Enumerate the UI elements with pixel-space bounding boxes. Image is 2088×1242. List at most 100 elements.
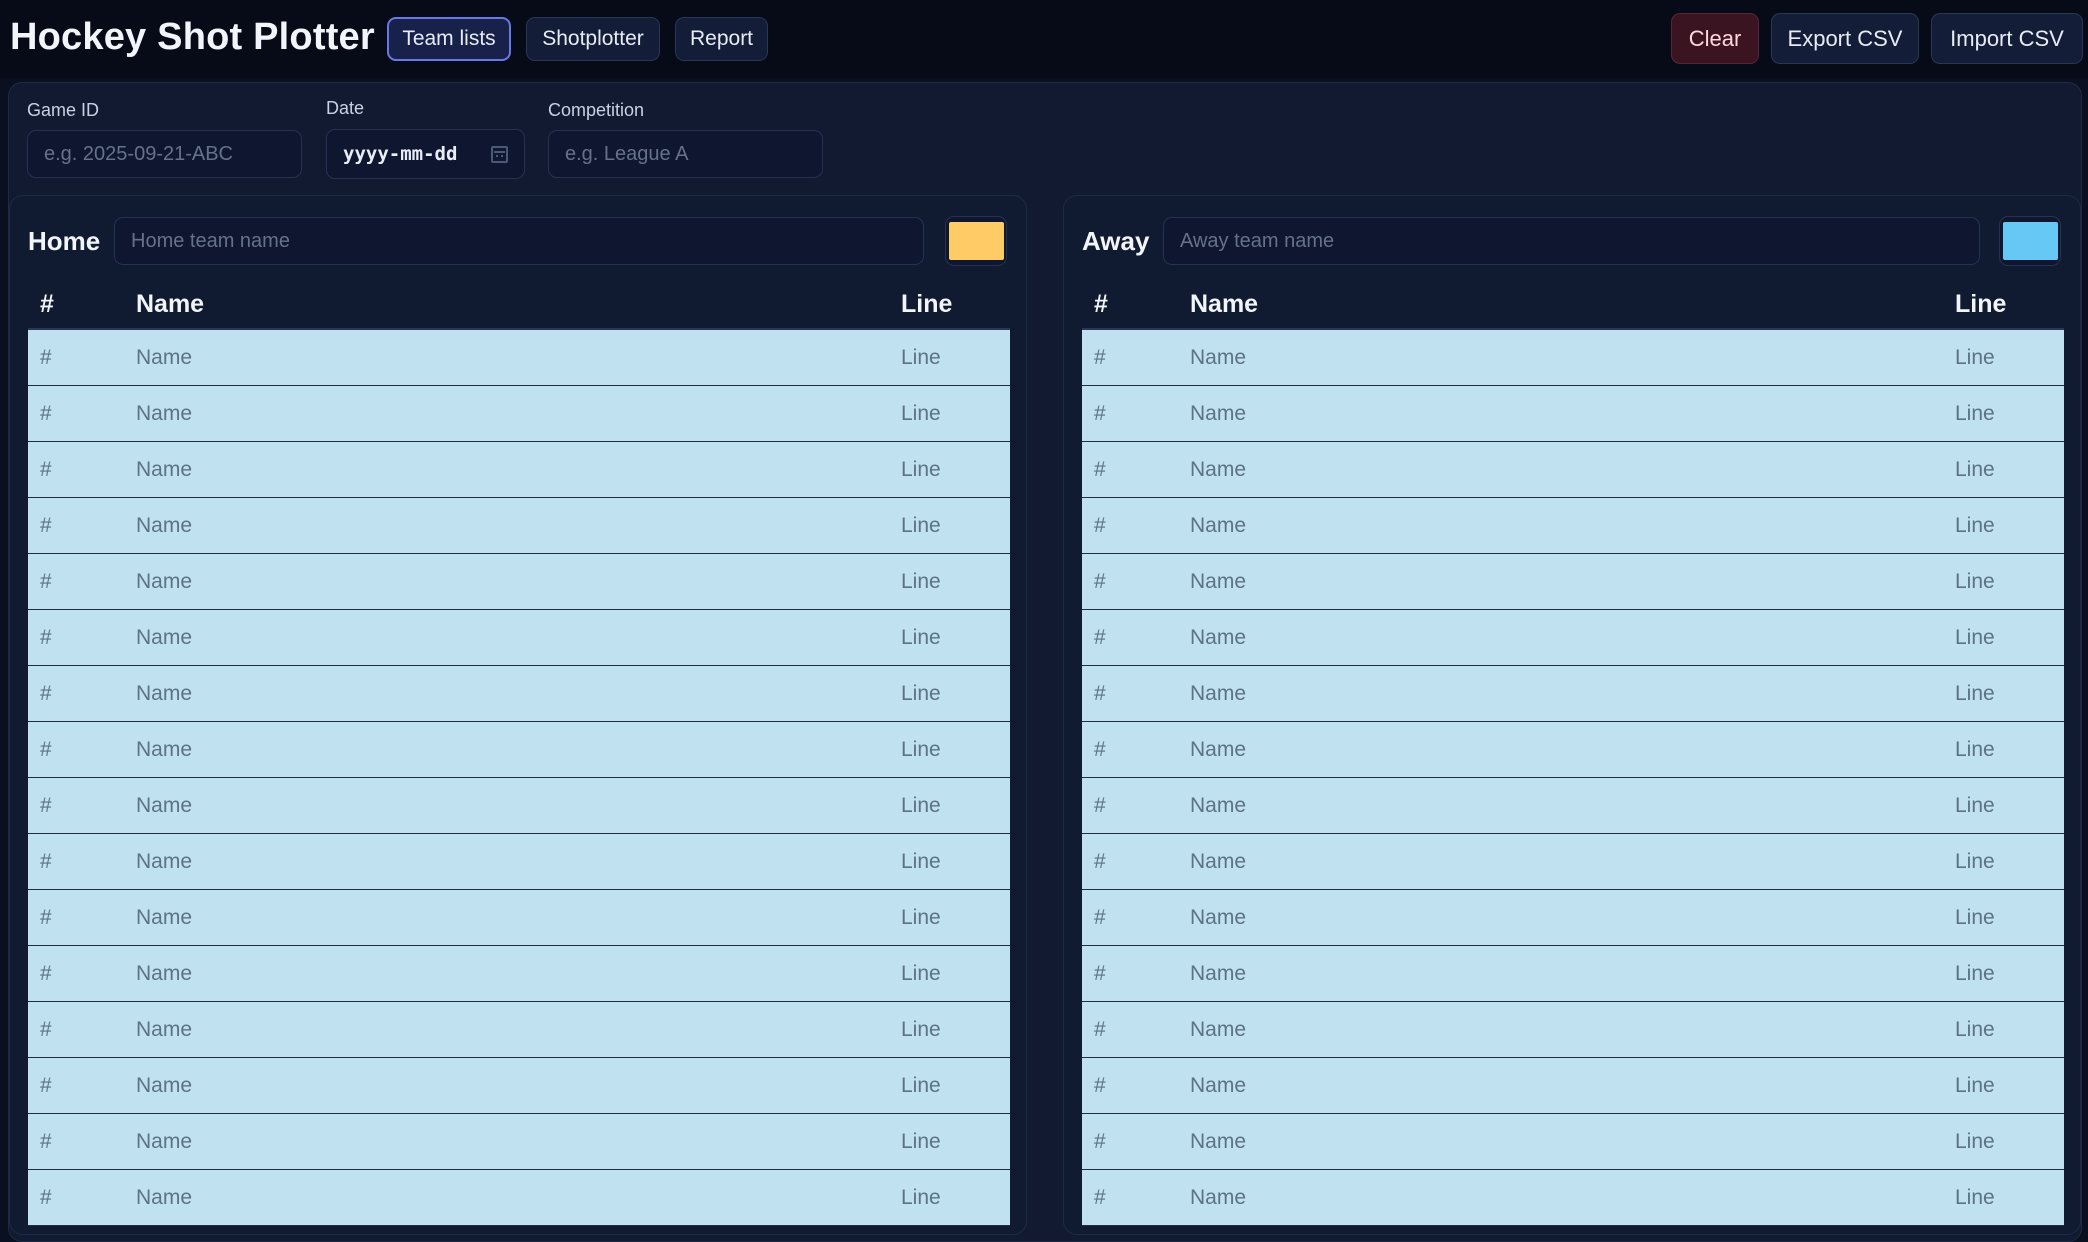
tab-report[interactable]: Report (675, 17, 768, 61)
home-row-number-input[interactable]: # (40, 850, 52, 874)
home-row-line-input[interactable]: Line (901, 1074, 941, 1098)
away-row-name-input[interactable]: Name (1190, 1186, 1246, 1210)
away-row-name-input[interactable]: Name (1190, 514, 1246, 538)
home-row-name-input[interactable]: Name (136, 1130, 192, 1154)
away-row-line-input[interactable]: Line (1955, 1018, 1995, 1042)
home-row-number-input[interactable]: # (40, 1074, 52, 1098)
away-row-number-input[interactable]: # (1094, 850, 1106, 874)
home-row-number-input[interactable]: # (40, 738, 52, 762)
home-row-line-input[interactable]: Line (901, 402, 941, 426)
away-row-number-input[interactable]: # (1094, 514, 1106, 538)
away-row-line-input[interactable]: Line (1955, 402, 1995, 426)
home-row-number-input[interactable]: # (40, 1018, 52, 1042)
away-row-line-input[interactable]: Line (1955, 626, 1995, 650)
away-row-number-input[interactable]: # (1094, 1018, 1106, 1042)
away-row-name-input[interactable]: Name (1190, 346, 1246, 370)
home-row-number-input[interactable]: # (40, 1130, 52, 1154)
home-row-name-input[interactable]: Name (136, 682, 192, 706)
away-row-name-input[interactable]: Name (1190, 458, 1246, 482)
home-color-picker[interactable] (945, 216, 1007, 266)
away-row-name-input[interactable]: Name (1190, 570, 1246, 594)
home-row-line-input[interactable]: Line (901, 1018, 941, 1042)
away-color-picker[interactable] (1999, 216, 2061, 266)
home-row-name-input[interactable]: Name (136, 794, 192, 818)
home-row-line-input[interactable]: Line (901, 570, 941, 594)
away-row-number-input[interactable]: # (1094, 402, 1106, 426)
game-id-input[interactable] (27, 130, 302, 178)
home-row-name-input[interactable]: Name (136, 514, 192, 538)
home-row-number-input[interactable]: # (40, 794, 52, 818)
home-row-name-input[interactable]: Name (136, 1018, 192, 1042)
away-row-number-input[interactable]: # (1094, 682, 1106, 706)
away-row-number-input[interactable]: # (1094, 738, 1106, 762)
away-row-number-input[interactable]: # (1094, 1074, 1106, 1098)
export-csv-button[interactable]: Export CSV (1771, 13, 1919, 64)
home-row-name-input[interactable]: Name (136, 906, 192, 930)
away-row-name-input[interactable]: Name (1190, 738, 1246, 762)
away-row-name-input[interactable]: Name (1190, 402, 1246, 426)
home-team-name-input[interactable] (114, 217, 924, 265)
away-row-number-input[interactable]: # (1094, 570, 1106, 594)
away-row-line-input[interactable]: Line (1955, 738, 1995, 762)
home-row-line-input[interactable]: Line (901, 458, 941, 482)
away-team-name-input[interactable] (1163, 217, 1980, 265)
home-row-name-input[interactable]: Name (136, 962, 192, 986)
away-row-line-input[interactable]: Line (1955, 962, 1995, 986)
away-row-name-input[interactable]: Name (1190, 682, 1246, 706)
away-row-name-input[interactable]: Name (1190, 626, 1246, 650)
away-row-name-input[interactable]: Name (1190, 850, 1246, 874)
away-row-line-input[interactable]: Line (1955, 1186, 1995, 1210)
home-row-line-input[interactable]: Line (901, 514, 941, 538)
home-row-line-input[interactable]: Line (901, 906, 941, 930)
home-row-number-input[interactable]: # (40, 962, 52, 986)
home-row-name-input[interactable]: Name (136, 346, 192, 370)
away-row-line-input[interactable]: Line (1955, 458, 1995, 482)
tab-team-lists[interactable]: Team lists (387, 17, 511, 61)
home-row-line-input[interactable]: Line (901, 738, 941, 762)
home-row-line-input[interactable]: Line (901, 626, 941, 650)
away-row-name-input[interactable]: Name (1190, 906, 1246, 930)
home-row-number-input[interactable]: # (40, 906, 52, 930)
away-row-line-input[interactable]: Line (1955, 570, 1995, 594)
tab-shotplotter[interactable]: Shotplotter (526, 17, 660, 61)
home-row-line-input[interactable]: Line (901, 1130, 941, 1154)
away-row-name-input[interactable]: Name (1190, 794, 1246, 818)
away-row-line-input[interactable]: Line (1955, 682, 1995, 706)
home-row-number-input[interactable]: # (40, 570, 52, 594)
calendar-icon[interactable] (491, 146, 508, 163)
home-row-name-input[interactable]: Name (136, 626, 192, 650)
away-row-name-input[interactable]: Name (1190, 962, 1246, 986)
away-row-line-input[interactable]: Line (1955, 514, 1995, 538)
date-input[interactable]: yyyy-mm-dd (326, 129, 525, 179)
import-csv-button[interactable]: Import CSV (1931, 13, 2083, 64)
home-row-name-input[interactable]: Name (136, 402, 192, 426)
home-row-line-input[interactable]: Line (901, 850, 941, 874)
away-row-line-input[interactable]: Line (1955, 794, 1995, 818)
away-row-number-input[interactable]: # (1094, 794, 1106, 818)
away-row-number-input[interactable]: # (1094, 962, 1106, 986)
away-row-number-input[interactable]: # (1094, 458, 1106, 482)
home-row-line-input[interactable]: Line (901, 346, 941, 370)
home-row-name-input[interactable]: Name (136, 738, 192, 762)
away-row-number-input[interactable]: # (1094, 346, 1106, 370)
home-row-number-input[interactable]: # (40, 626, 52, 650)
away-row-number-input[interactable]: # (1094, 1130, 1106, 1154)
home-row-name-input[interactable]: Name (136, 458, 192, 482)
away-row-line-input[interactable]: Line (1955, 1130, 1995, 1154)
home-row-number-input[interactable]: # (40, 402, 52, 426)
home-row-number-input[interactable]: # (40, 1186, 52, 1210)
away-row-name-input[interactable]: Name (1190, 1074, 1246, 1098)
home-row-line-input[interactable]: Line (901, 794, 941, 818)
away-row-line-input[interactable]: Line (1955, 346, 1995, 370)
competition-input[interactable] (548, 130, 823, 178)
away-row-number-input[interactable]: # (1094, 1186, 1106, 1210)
away-row-name-input[interactable]: Name (1190, 1130, 1246, 1154)
away-row-number-input[interactable]: # (1094, 626, 1106, 650)
away-row-line-input[interactable]: Line (1955, 850, 1995, 874)
home-row-name-input[interactable]: Name (136, 850, 192, 874)
away-row-name-input[interactable]: Name (1190, 1018, 1246, 1042)
home-row-line-input[interactable]: Line (901, 962, 941, 986)
clear-button[interactable]: Clear (1671, 13, 1759, 64)
home-row-name-input[interactable]: Name (136, 1074, 192, 1098)
away-row-number-input[interactable]: # (1094, 906, 1106, 930)
